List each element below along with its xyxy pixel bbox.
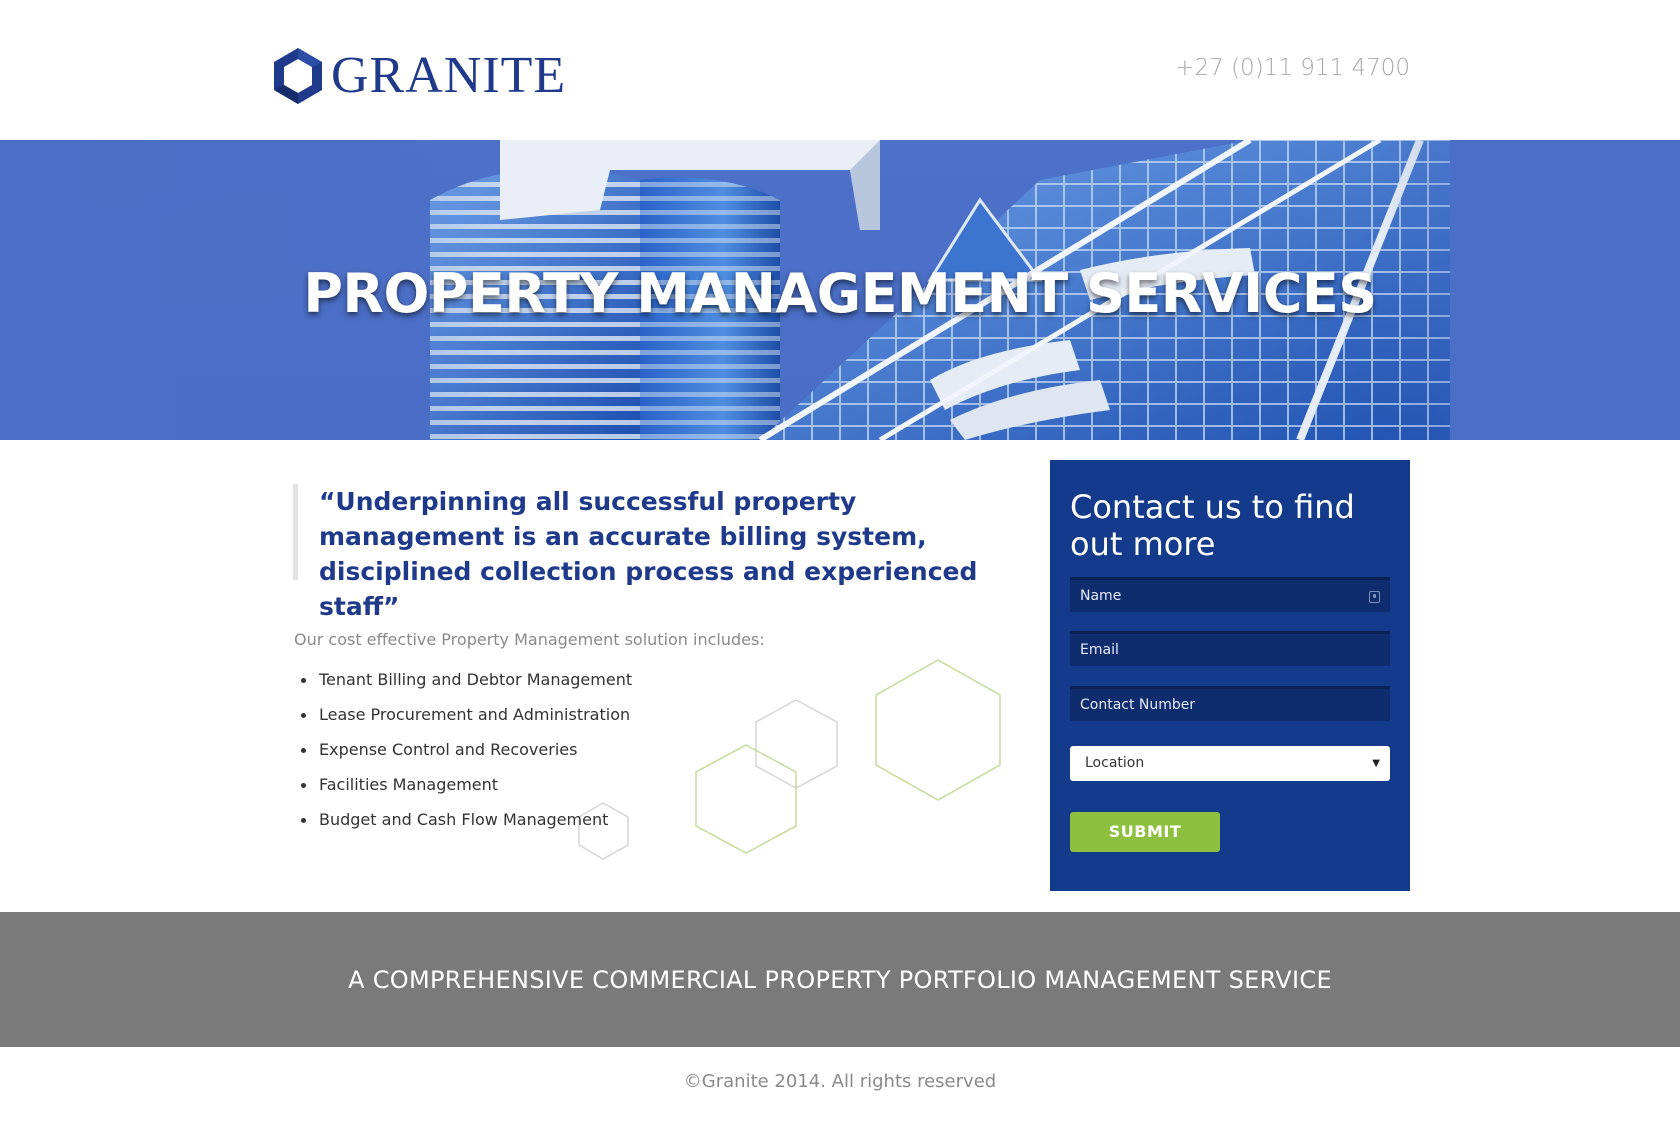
email-placeholder: Email: [1080, 642, 1119, 658]
header-phone[interactable]: +27 (0)11 911 4700: [1175, 55, 1410, 81]
quote-block: “Underpinning all successful property ma…: [293, 484, 993, 621]
feature-list: Tenant Billing and Debtor Management Lea…: [294, 668, 632, 843]
feature-item: Tenant Billing and Debtor Management: [294, 668, 632, 703]
feature-item: Expense Control and Recoveries: [294, 738, 632, 773]
site-footer: ©Granite 2014. All rights reserved: [0, 1047, 1680, 1135]
site-header: GRANITE +27 (0)11 911 4700: [0, 0, 1680, 140]
contact-number-placeholder: Contact Number: [1080, 697, 1196, 713]
submit-button[interactable]: SUBMIT: [1070, 812, 1220, 852]
contact-number-field[interactable]: Contact Number: [1070, 686, 1390, 721]
intro-text: Our cost effective Property Management s…: [294, 630, 765, 649]
contact-form-panel: Contact us to find out more Name Email C…: [1050, 460, 1410, 891]
tagline-text: A COMPREHENSIVE COMMERCIAL PROPERTY PORT…: [348, 966, 1332, 994]
hero-banner: PROPERTY MANAGEMENT SERVICES: [0, 140, 1680, 440]
hexagon-logo-icon: [274, 48, 322, 104]
feature-item: Lease Procurement and Administration: [294, 703, 632, 738]
location-selected-value: Location: [1085, 755, 1145, 771]
location-select[interactable]: Location ▼: [1070, 746, 1390, 781]
feature-item: Budget and Cash Flow Management: [294, 808, 632, 843]
feature-item: Facilities Management: [294, 773, 632, 808]
name-placeholder: Name: [1080, 588, 1122, 604]
main-content: “Underpinning all successful property ma…: [0, 440, 1680, 912]
quote-text: “Underpinning all successful property ma…: [319, 487, 978, 621]
dropdown-arrow-icon: ▼: [1372, 758, 1380, 769]
name-field[interactable]: Name: [1070, 577, 1390, 612]
email-field[interactable]: Email: [1070, 631, 1390, 666]
contact-title: Contact us to find out more: [1070, 488, 1355, 563]
brand-logo[interactable]: GRANITE: [271, 44, 566, 108]
copyright-text: ©Granite 2014. All rights reserved: [683, 1071, 997, 1092]
brand-name: GRANITE: [331, 47, 567, 104]
hero-title: PROPERTY MANAGEMENT SERVICES: [303, 262, 1377, 325]
contact-card-icon: [1369, 591, 1380, 603]
tagline-banner: A COMPREHENSIVE COMMERCIAL PROPERTY PORT…: [0, 912, 1680, 1047]
